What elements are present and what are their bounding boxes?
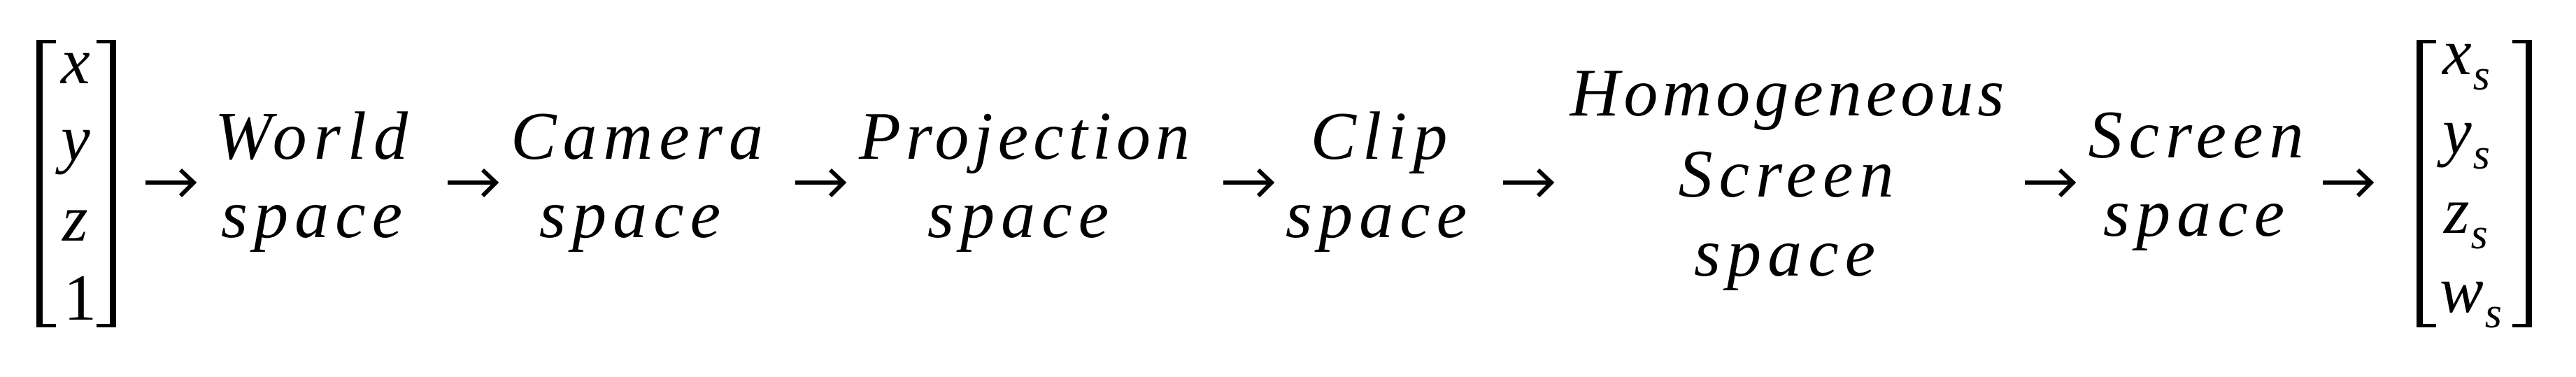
right-arrow-icon (1503, 168, 1555, 199)
right-arrow-icon (1223, 168, 1275, 199)
right-bracket-icon (2512, 40, 2532, 327)
stage-label-line: space (1285, 177, 1474, 252)
output-entry-ys: ys (2442, 99, 2490, 176)
output-entry-zs: zs (2444, 178, 2488, 256)
right-arrow-icon (2323, 168, 2375, 199)
stage-label-line: space (1693, 215, 1882, 291)
entry-base: x (2442, 16, 2472, 89)
stage-label-line: space (927, 177, 1116, 252)
stage-label-line: space (220, 177, 409, 252)
stage-label-line: Screen (1678, 136, 1900, 212)
right-arrow-icon (795, 168, 847, 199)
entry-base: z (2444, 175, 2470, 248)
input-entry-1: 1 (64, 265, 97, 331)
stage-label-line: Screen (2088, 97, 2310, 173)
left-bracket-icon (36, 40, 56, 327)
stage-label-line: space (2102, 176, 2291, 251)
pipeline-diagram: x y z 1 World space Camera space Project… (0, 0, 2576, 377)
output-entry-xs: xs (2442, 20, 2490, 97)
output-entry-ws: ws (2440, 257, 2502, 335)
entry-base: w (2440, 254, 2484, 327)
stage-label-line: Camera (511, 99, 769, 174)
entry-subscript: s (2472, 52, 2490, 100)
left-bracket-icon (2417, 40, 2436, 327)
entry-base: y (2442, 95, 2472, 168)
stage-label-line: World (214, 99, 415, 174)
input-entry-z: z (62, 186, 88, 252)
right-bracket-icon (97, 40, 116, 327)
right-arrow-icon (2025, 168, 2077, 199)
entry-base: z (62, 183, 88, 255)
entry-subscript: s (2472, 131, 2490, 179)
input-entry-x: x (61, 29, 90, 94)
input-entry-y: y (61, 106, 90, 171)
entry-base: x (61, 25, 90, 98)
stage-label-line: Clip (1310, 99, 1454, 174)
entry-base: y (61, 102, 90, 175)
stage-label-line: Projection (858, 99, 1195, 174)
entry-subscript: s (2484, 290, 2502, 338)
entry-subscript: s (2470, 211, 2488, 259)
entry-base: 1 (64, 262, 97, 334)
stage-label-line: space (539, 177, 727, 252)
right-arrow-icon (145, 168, 197, 199)
stage-label-line: Homogeneous (1570, 55, 2009, 131)
right-arrow-icon (448, 168, 499, 199)
